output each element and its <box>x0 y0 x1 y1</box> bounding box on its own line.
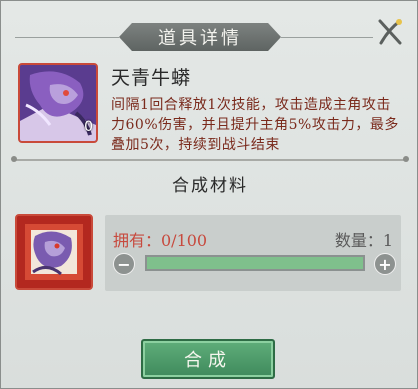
craft-button[interactable]: 合成 <box>141 339 275 379</box>
page-title: 道具详情 <box>158 28 242 49</box>
quantity-slider[interactable] <box>145 255 365 271</box>
close-button[interactable] <box>373 15 407 49</box>
increase-quantity-button[interactable]: + <box>374 253 396 275</box>
divider-dot-left <box>11 156 17 162</box>
item-level-badge: 0 <box>84 119 93 135</box>
quantity-label: 数量：1 <box>334 231 393 250</box>
materials-title: 合成材料 <box>172 176 248 196</box>
decrease-quantity-button[interactable]: − <box>113 253 135 275</box>
title-divider-left <box>15 37 119 38</box>
plus-icon: + <box>378 254 392 274</box>
minus-icon: − <box>117 254 131 274</box>
item-description: 间隔1回合释放1次技能，攻击造成主角攻击力60%伤害，并且提升主角5%攻击力，最… <box>111 97 399 153</box>
material-icon[interactable] <box>15 214 93 290</box>
item-name: 天青牛蟒 <box>111 67 192 89</box>
section-divider <box>13 159 407 161</box>
item-detail-panel: 道具详情 0 天青牛蟒 间隔1回合释放1次技能，攻击造成主角攻击力60%伤害，并… <box>0 0 418 389</box>
title-banner: 道具详情 <box>119 23 281 51</box>
close-icon <box>378 19 402 45</box>
divider-dot-right <box>403 156 409 162</box>
title-divider-right <box>281 37 373 38</box>
material-beast-icon <box>17 216 91 288</box>
quantity-slider-fill <box>147 257 363 269</box>
owned-count: 拥有：0/100 <box>113 231 208 250</box>
item-icon[interactable]: 0 <box>18 63 98 143</box>
